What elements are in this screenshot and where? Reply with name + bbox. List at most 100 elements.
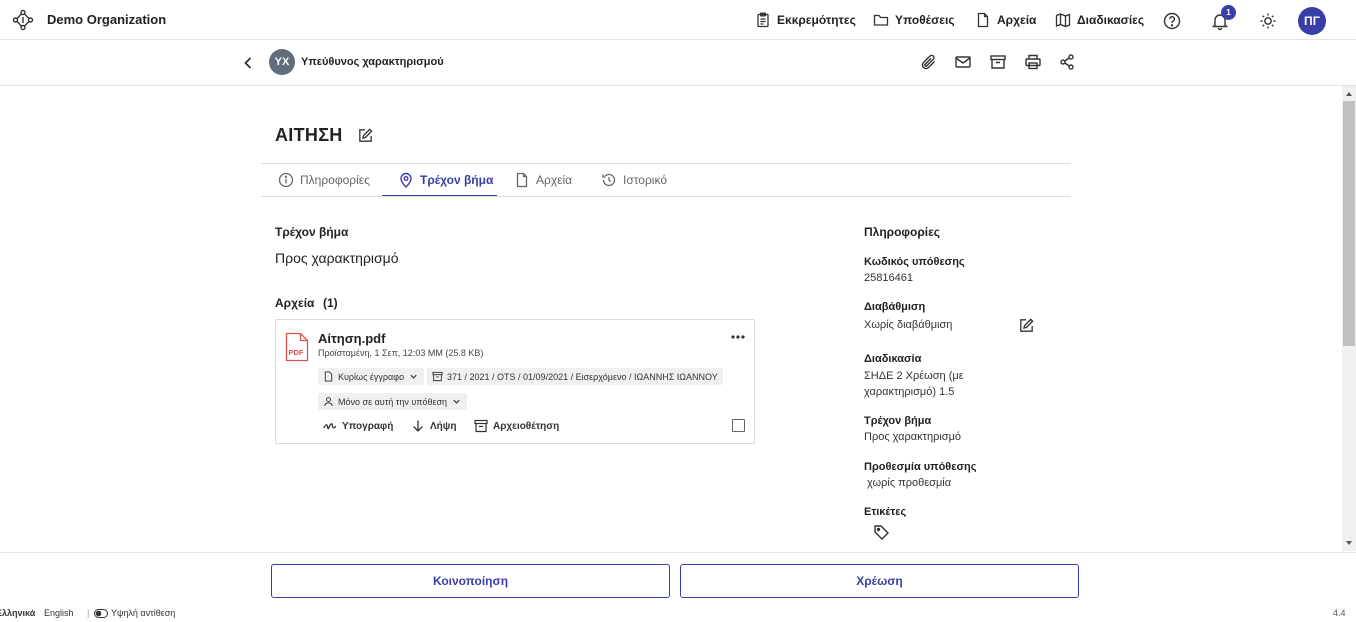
high-contrast-label: Υψηλή αντίθεση (111, 608, 176, 618)
current-step-value: Προς χαρακτηρισμό (275, 250, 399, 266)
protocol-chip: 371 / 2021 / OTS / 01/09/2021 / Εισερχόμ… (427, 368, 723, 385)
info-icon (278, 172, 294, 188)
tab-history[interactable]: Ιστορικό (601, 172, 667, 188)
scope-dropdown[interactable]: Μόνο σε αυτή την υπόθεση (318, 393, 468, 410)
page-title: ΑΙΤΗΣΗ (275, 125, 343, 145)
person-icon (324, 397, 333, 407)
help-icon[interactable] (1162, 11, 1182, 31)
files-count: (1) (323, 296, 338, 310)
role-name: Υπεύθυνος χαρακτηρισμού (301, 56, 444, 68)
file-name[interactable]: Αίτηση.pdf (318, 331, 385, 346)
clipboard-icon (757, 12, 769, 28)
scope-value: Μόνο σε αυτή την υπόθεση (338, 396, 448, 407)
signature-icon (323, 423, 337, 430)
nav-files-label: Αρχεία (997, 13, 1037, 27)
app-version: 4.4 (1333, 608, 1346, 618)
tab-info[interactable]: Πληροφορίες (278, 172, 370, 188)
download-label: Λήψη (430, 420, 457, 432)
file-icon (977, 12, 989, 28)
role-avatar: ΥΧ (269, 49, 295, 75)
deadline-value: χωρίς προθεσμία (864, 477, 952, 489)
top-bar: Demo Organization Εκκρεμότητες Υποθέσεις… (0, 0, 1356, 40)
scrollbar-thumb[interactable] (1343, 101, 1355, 346)
nav-pending[interactable]: Εκκρεμότητες (755, 12, 856, 28)
document-icon (324, 371, 333, 382)
info-heading: Πληροφορίες (864, 225, 941, 239)
doc-type-value: Κυρίως έγγραφο (338, 371, 405, 382)
history-icon (602, 173, 616, 187)
nav-cases[interactable]: Υποθέσεις (873, 12, 955, 28)
current-step-heading: Τρέχον βήμα (275, 225, 349, 239)
organization-logo-icon[interactable] (12, 9, 34, 31)
archive-box-icon[interactable] (989, 53, 1007, 71)
bottom-action-bar (0, 552, 1356, 622)
tab-history-label: Ιστορικό (623, 173, 668, 187)
file-card: PDF Αίτηση.pdf Προϊσταμένη, 1 Σεπ, 12:03… (275, 319, 755, 444)
files-heading: Αρχεία (275, 296, 315, 310)
contrast-toggle-icon (94, 608, 108, 618)
archive-button[interactable]: Αρχειοθέτηση (474, 419, 559, 433)
mail-icon[interactable] (954, 53, 972, 71)
tab-info-label: Πληροφορίες (300, 173, 370, 187)
tab-current-step[interactable]: Τρέχον βήμα (398, 172, 493, 188)
theme-sun-icon[interactable] (1258, 11, 1278, 31)
procedure-label: Διαδικασία (864, 353, 922, 365)
file-icon (516, 172, 528, 188)
back-arrow-icon[interactable] (240, 55, 256, 71)
nav-pending-label: Εκκρεμότητες (777, 13, 856, 27)
tab-current-step-label: Τρέχον βήμα (420, 173, 494, 187)
case-toolbar: ΥΧ Υπεύθυνος χαρακτηρισμού (0, 40, 1356, 86)
archive-box-icon (474, 419, 488, 433)
tabs-divider-bottom (261, 196, 1071, 197)
high-contrast-toggle[interactable]: Υψηλή αντίθεση (94, 608, 175, 618)
nav-procedures[interactable]: Διαδικασίες (1055, 12, 1144, 28)
edit-grading-icon[interactable] (1018, 317, 1035, 334)
tag-icon[interactable] (873, 524, 890, 541)
scroll-up-arrow-icon[interactable] (1342, 88, 1356, 100)
download-button[interactable]: Λήψη (411, 419, 456, 433)
chevron-down-icon (410, 374, 417, 379)
procedure-value: ΣΗΔΕ 2 Χρέωση (με χαρακτηρισμό) 1.5 (864, 370, 964, 398)
share-notify-button[interactable]: Κοινοποίηση (271, 564, 670, 598)
language-greek[interactable]: Ελληνικά (0, 608, 35, 618)
grading-label: Διαβάθμιση (864, 301, 926, 313)
nav-cases-label: Υποθέσεις (895, 13, 955, 27)
download-arrow-icon (413, 420, 423, 432)
protocol-value: 371 / 2021 / OTS / 01/09/2021 / Εισερχόμ… (447, 371, 718, 382)
grading-value: Χωρίς διαβάθμιση (864, 319, 953, 331)
tags-label: Ετικέτες (864, 506, 907, 518)
user-avatar[interactable]: ΠΓ (1298, 7, 1326, 35)
pdf-file-icon: PDF (285, 332, 309, 362)
more-options-icon[interactable] (729, 330, 747, 344)
assign-button[interactable]: Χρέωση (680, 564, 1079, 598)
step-label: Τρέχον βήμα (864, 415, 932, 427)
language-english[interactable]: English (44, 608, 74, 618)
sign-button[interactable]: Υπογραφή (323, 419, 393, 433)
svg-text:PDF: PDF (289, 348, 304, 357)
tab-files-label: Αρχεία (536, 173, 573, 187)
case-code-label: Κωδικός υπόθεσης (864, 256, 965, 268)
edit-title-icon[interactable] (357, 127, 374, 144)
scroll-down-arrow-icon[interactable] (1342, 537, 1356, 549)
file-select-checkbox[interactable] (732, 419, 745, 432)
share-icon[interactable] (1058, 53, 1076, 71)
archive-box-icon (432, 371, 443, 382)
chevron-down-icon (453, 399, 460, 404)
doc-type-dropdown[interactable]: Κυρίως έγγραφο (318, 368, 425, 385)
organization-name[interactable]: Demo Organization (47, 12, 166, 27)
map-icon (1055, 13, 1071, 28)
step-value: Προς χαρακτηρισμό (864, 431, 962, 443)
footer-separator: | (87, 608, 90, 618)
location-pin-icon (400, 172, 412, 188)
tabs-divider-top (261, 163, 1071, 164)
file-meta: Προϊσταμένη, 1 Σεπ, 12:03 ΜΜ (25.8 KB) (318, 348, 484, 358)
deadline-label: Προθεσμία υπόθεσης (864, 461, 977, 473)
case-code-value: 25816461 (864, 272, 913, 284)
paperclip-icon[interactable] (920, 53, 938, 71)
sign-label: Υπογραφή (342, 420, 394, 432)
folder-icon (873, 14, 889, 26)
tab-files[interactable]: Αρχεία (514, 172, 572, 188)
archive-label: Αρχειοθέτηση (493, 420, 560, 432)
nav-files[interactable]: Αρχεία (975, 12, 1036, 28)
print-icon[interactable] (1024, 53, 1042, 71)
